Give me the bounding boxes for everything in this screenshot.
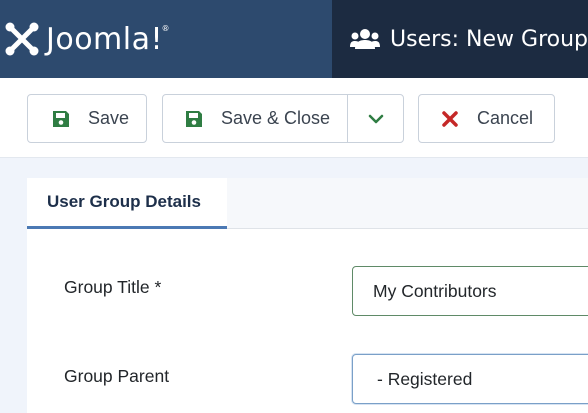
- brand-name: Joomla! ®: [46, 21, 171, 57]
- chevron-down-icon: [368, 114, 384, 123]
- cancel-button[interactable]: Cancel: [418, 94, 555, 143]
- save-label: Save: [88, 108, 130, 128]
- joomla-logo-icon: [5, 22, 39, 56]
- toolbar: Save Save & Close Cancel: [0, 78, 588, 158]
- save-options-dropdown[interactable]: [348, 95, 404, 142]
- tab-bar: User Group Details: [27, 178, 588, 229]
- save-close-label: Save & Close: [221, 108, 331, 128]
- group-parent-select[interactable]: - Registered: [352, 354, 588, 404]
- group-title-input[interactable]: My Contributors: [352, 266, 588, 316]
- form-card: User Group Details Group Title * My Cont…: [27, 178, 588, 413]
- users-icon: [350, 29, 381, 49]
- save-button[interactable]: Save: [27, 94, 147, 143]
- tab-user-group-details[interactable]: User Group Details: [27, 178, 227, 229]
- header: Joomla! ® Users: New Group: [0, 0, 588, 78]
- page-title: Users: New Group: [390, 26, 588, 52]
- group-title-value: My Contributors: [373, 280, 497, 301]
- save-icon: [53, 110, 69, 127]
- save-icon: [186, 110, 202, 127]
- group-title-label: Group Title *: [64, 277, 162, 297]
- cancel-label: Cancel: [477, 108, 534, 128]
- group-parent-label: Group Parent: [64, 366, 170, 386]
- group-parent-value: - Registered: [377, 368, 473, 389]
- page-title-bar: Users: New Group: [332, 0, 588, 78]
- close-icon: [442, 110, 458, 127]
- registered-mark: ®: [161, 23, 171, 33]
- save-close-button[interactable]: Save & Close: [162, 94, 404, 143]
- brand[interactable]: Joomla! ®: [0, 0, 333, 78]
